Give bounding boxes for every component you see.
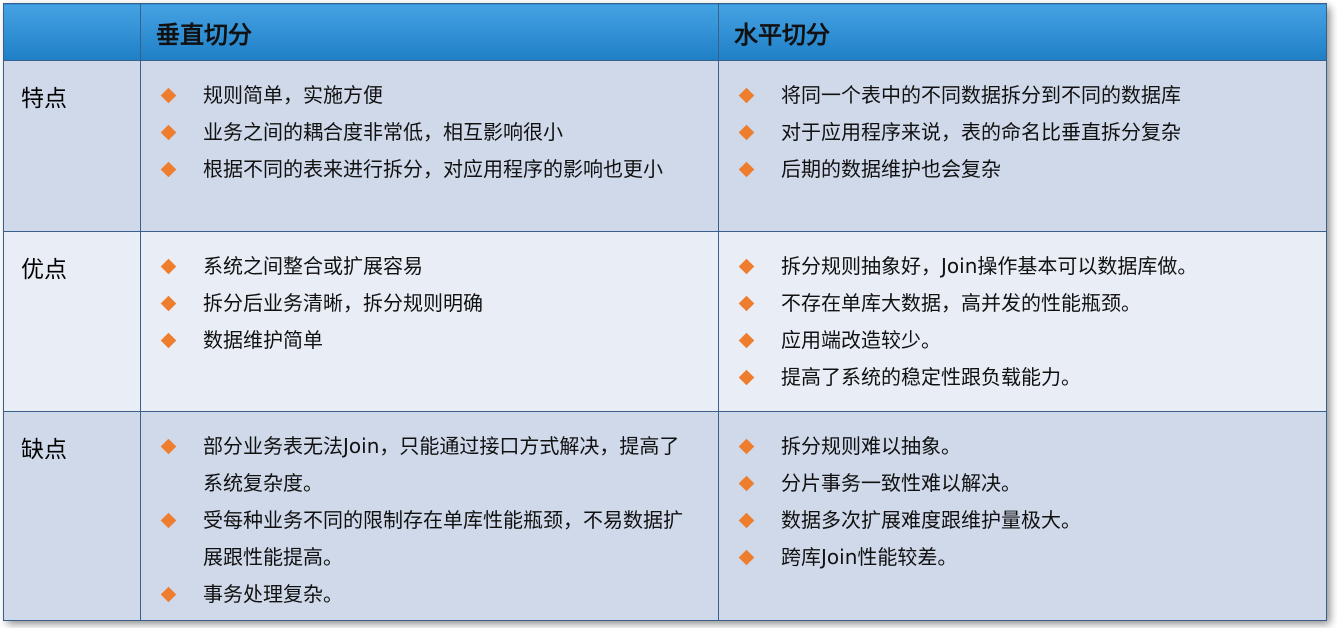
list-item-text: 系统之间整合或扩展容易: [203, 254, 423, 278]
header-vertical-split: 垂直切分: [140, 3, 719, 61]
diamond-bullet-icon: [738, 295, 755, 312]
list-item-text: 应用端改造较少。: [781, 328, 941, 352]
diamond-bullet-icon: [738, 369, 755, 386]
row-disadvantages: 缺点 部分业务表无法Join，只能通过接口方式解决，提高了系统复杂度。 受每种业…: [3, 411, 1327, 621]
list-item-text: 不存在单库大数据，高并发的性能瓶颈。: [781, 291, 1141, 315]
list-item-text: 受每种业务不同的限制存在单库性能瓶颈，不易数据扩展跟性能提高。: [203, 508, 683, 569]
header-row: 垂直切分 水平切分: [3, 3, 1327, 61]
list-item-text: 根据不同的表来进行拆分，对应用程序的影响也更小: [203, 157, 663, 181]
diamond-bullet-icon: [738, 87, 755, 104]
list-item: 规则简单，实施方便: [159, 77, 698, 114]
vertical-disadvantages-cell: 部分业务表无法Join，只能通过接口方式解决，提高了系统复杂度。 受每种业务不同…: [140, 411, 719, 621]
list-item: 拆分后业务清晰，拆分规则明确: [159, 285, 698, 322]
list-item: 事务处理复杂。: [159, 576, 698, 613]
horizontal-characteristics-cell: 将同一个表中的不同数据拆分到不同的数据库 对于应用程序来说，表的命名比垂直拆分复…: [718, 60, 1327, 232]
list-item: 对于应用程序来说，表的命名比垂直拆分复杂: [737, 114, 1306, 151]
list-item-text: 数据多次扩展难度跟维护量极大。: [781, 508, 1081, 532]
list-item-text: 部分业务表无法Join，只能通过接口方式解决，提高了系统复杂度。: [203, 434, 680, 495]
diamond-bullet-icon: [738, 475, 755, 492]
diamond-bullet-icon: [160, 295, 177, 312]
list-item: 应用端改造较少。: [737, 322, 1306, 359]
horizontal-advantages-cell: 拆分规则抽象好，Join操作基本可以数据库做。 不存在单库大数据，高并发的性能瓶…: [718, 231, 1327, 412]
list-item: 跨库Join性能较差。: [737, 539, 1306, 576]
list-item: 受每种业务不同的限制存在单库性能瓶颈，不易数据扩展跟性能提高。: [159, 502, 698, 576]
header-horizontal-split: 水平切分: [718, 3, 1327, 61]
list-item-text: 提高了系统的稳定性跟负载能力。: [781, 365, 1081, 389]
list-item-text: 拆分后业务清晰，拆分规则明确: [203, 291, 483, 315]
row-advantages: 优点 系统之间整合或扩展容易 拆分后业务清晰，拆分规则明确 数据维护简单 拆分规…: [3, 231, 1327, 412]
comparison-table-frame: 垂直切分 水平切分 特点 规则简单，实施方便 业务之间的耦合度非常低，相互影响很…: [3, 3, 1327, 621]
list-item-text: 跨库Join性能较差。: [781, 545, 958, 569]
row-characteristics: 特点 规则简单，实施方便 业务之间的耦合度非常低，相互影响很小 根据不同的表来进…: [3, 60, 1327, 232]
list-item-text: 拆分规则抽象好，Join操作基本可以数据库做。: [781, 254, 1198, 278]
diamond-bullet-icon: [738, 512, 755, 529]
diamond-bullet-icon: [738, 332, 755, 349]
row-label-characteristics: 特点: [3, 60, 141, 232]
vertical-advantages-cell: 系统之间整合或扩展容易 拆分后业务清晰，拆分规则明确 数据维护简单: [140, 231, 719, 412]
list-item-text: 分片事务一致性难以解决。: [781, 471, 1021, 495]
list-item-text: 业务之间的耦合度非常低，相互影响很小: [203, 120, 563, 144]
list-item-text: 事务处理复杂。: [203, 582, 343, 606]
diamond-bullet-icon: [160, 87, 177, 104]
diamond-bullet-icon: [738, 549, 755, 566]
list-item: 拆分规则难以抽象。: [737, 428, 1306, 465]
list-item-text: 数据维护简单: [203, 328, 323, 352]
header-corner: [3, 3, 141, 61]
diamond-bullet-icon: [738, 438, 755, 455]
comparison-table: 垂直切分 水平切分 特点 规则简单，实施方便 业务之间的耦合度非常低，相互影响很…: [3, 3, 1327, 621]
list-item: 不存在单库大数据，高并发的性能瓶颈。: [737, 285, 1306, 322]
list-item-text: 规则简单，实施方便: [203, 83, 383, 107]
list-item-text: 拆分规则难以抽象。: [781, 434, 961, 458]
diamond-bullet-icon: [160, 438, 177, 455]
diamond-bullet-icon: [738, 161, 755, 178]
horizontal-disadvantages-cell: 拆分规则难以抽象。 分片事务一致性难以解决。 数据多次扩展难度跟维护量极大。 跨…: [718, 411, 1327, 621]
diamond-bullet-icon: [160, 332, 177, 349]
list-item: 部分业务表无法Join，只能通过接口方式解决，提高了系统复杂度。: [159, 428, 698, 502]
diamond-bullet-icon: [160, 512, 177, 529]
list-item: 拆分规则抽象好，Join操作基本可以数据库做。: [737, 248, 1306, 285]
list-item: 根据不同的表来进行拆分，对应用程序的影响也更小: [159, 151, 698, 188]
vertical-characteristics-cell: 规则简单，实施方便 业务之间的耦合度非常低，相互影响很小 根据不同的表来进行拆分…: [140, 60, 719, 232]
list-item: 将同一个表中的不同数据拆分到不同的数据库: [737, 77, 1306, 114]
list-item: 数据多次扩展难度跟维护量极大。: [737, 502, 1306, 539]
list-item: 系统之间整合或扩展容易: [159, 248, 698, 285]
diamond-bullet-icon: [160, 258, 177, 275]
diamond-bullet-icon: [160, 124, 177, 141]
row-label-advantages: 优点: [3, 231, 141, 412]
diamond-bullet-icon: [160, 161, 177, 178]
list-item-text: 后期的数据维护也会复杂: [781, 157, 1001, 181]
list-item: 数据维护简单: [159, 322, 698, 359]
list-item: 分片事务一致性难以解决。: [737, 465, 1306, 502]
list-item-text: 对于应用程序来说，表的命名比垂直拆分复杂: [781, 120, 1181, 144]
list-item: 业务之间的耦合度非常低，相互影响很小: [159, 114, 698, 151]
diamond-bullet-icon: [160, 586, 177, 603]
diamond-bullet-icon: [738, 124, 755, 141]
row-label-disadvantages: 缺点: [3, 411, 141, 621]
list-item: 后期的数据维护也会复杂: [737, 151, 1306, 188]
list-item: 提高了系统的稳定性跟负载能力。: [737, 359, 1306, 396]
diamond-bullet-icon: [738, 258, 755, 275]
list-item-text: 将同一个表中的不同数据拆分到不同的数据库: [781, 83, 1181, 107]
